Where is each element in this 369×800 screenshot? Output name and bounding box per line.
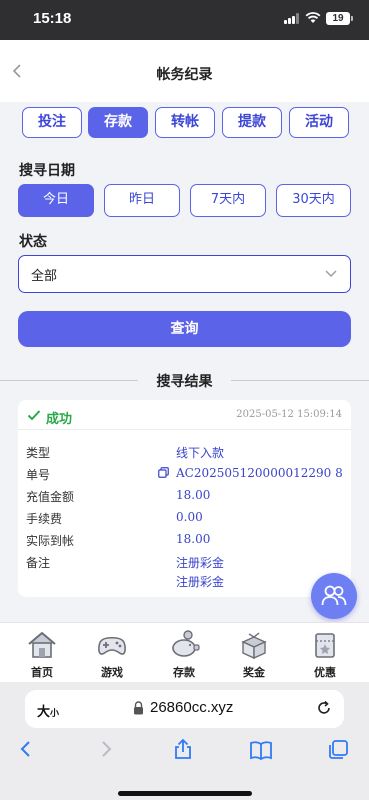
- nav-bonus-label: 奖金: [243, 666, 265, 679]
- card-header: 成功 2025-05-12 15:09:14: [18, 400, 351, 430]
- nav-deposit-label: 存款: [173, 666, 195, 679]
- home-icon: [28, 631, 56, 658]
- type-value: 线下入款: [176, 446, 225, 460]
- record-timestamp: 2025-05-12 15:09:14: [236, 409, 342, 420]
- tab-activity[interactable]: 活动: [289, 107, 349, 138]
- lock-icon: [134, 701, 143, 715]
- remark-value-line2: 注册彩金: [176, 575, 225, 589]
- nav-promotions[interactable]: 优惠: [295, 623, 355, 683]
- nav-promotions-label: 优惠: [314, 666, 336, 679]
- coupon-icon: [315, 633, 335, 658]
- page-header: 帐务纪录: [0, 40, 369, 102]
- query-button[interactable]: 查询: [18, 311, 351, 347]
- chevron-down-icon: [325, 270, 337, 278]
- home-indicator: [118, 791, 252, 796]
- address-bar[interactable]: 大小 26860cc.xyz: [25, 690, 344, 728]
- tabs-icon[interactable]: [327, 739, 349, 761]
- date-7days-button[interactable]: 7天内: [190, 184, 266, 217]
- tab-deposit[interactable]: 存款: [88, 107, 148, 138]
- gamepad-icon: [98, 636, 126, 655]
- status-time: 15:18: [33, 10, 72, 27]
- tab-betting[interactable]: 投注: [22, 107, 82, 138]
- record-type-tabs: 投注 存款 转帐 提款 活动: [0, 107, 369, 139]
- status-bar: 15:18 19: [0, 0, 369, 40]
- status-label: 状态: [19, 234, 47, 250]
- record-status: 成功: [46, 412, 73, 427]
- results-title: 搜寻结果: [156, 374, 213, 390]
- browser-forward-icon[interactable]: [98, 740, 114, 758]
- piggy-bank-icon: [172, 630, 200, 657]
- nav-deposit[interactable]: 存款: [154, 623, 214, 683]
- tab-withdraw[interactable]: 提款: [222, 107, 282, 138]
- bookmarks-icon[interactable]: [249, 740, 273, 760]
- status-select[interactable]: 全部: [18, 255, 351, 293]
- fee-value: 0.00: [176, 510, 203, 524]
- bottom-nav: 首页 游戏 存款 奖金 优惠: [0, 622, 369, 682]
- fee-label: 手续费: [26, 512, 63, 526]
- page-title: 帐务纪录: [156, 67, 213, 83]
- text-size-button[interactable]: 大小: [37, 701, 59, 720]
- share-icon[interactable]: [172, 738, 194, 760]
- url-text: 26860cc.xyz: [150, 699, 234, 716]
- gift-box-icon: [241, 632, 267, 660]
- check-icon: [27, 410, 41, 421]
- wifi-icon: [305, 12, 321, 23]
- deposit-amount-label: 充值金额: [26, 490, 75, 504]
- users-icon: [321, 585, 347, 606]
- text-size-big: 大: [37, 705, 51, 720]
- order-number-value: AC202505120000012290 8: [176, 466, 343, 480]
- reload-icon[interactable]: [316, 700, 332, 716]
- order-number-label: 单号: [26, 468, 51, 482]
- nav-games-label: 游戏: [101, 666, 123, 679]
- browser-toolbar: 大小 26860cc.xyz: [0, 682, 369, 800]
- nav-home[interactable]: 首页: [12, 623, 72, 683]
- browser-back-icon[interactable]: [18, 740, 34, 758]
- battery-indicator: 19: [326, 12, 353, 25]
- remark-label: 备注: [26, 556, 51, 570]
- search-date-label: 搜寻日期: [19, 163, 75, 179]
- nav-home-label: 首页: [31, 666, 53, 679]
- nav-bonus[interactable]: 奖金: [224, 623, 284, 683]
- type-label: 类型: [26, 446, 51, 460]
- actual-received-label: 实际到帐: [26, 534, 75, 548]
- date-yesterday-button[interactable]: 昨日: [104, 184, 180, 217]
- customer-service-button[interactable]: [311, 573, 357, 619]
- results-header: 搜寻结果: [0, 370, 369, 390]
- status-select-value: 全部: [31, 269, 58, 284]
- date-30days-button[interactable]: 30天内: [276, 184, 351, 217]
- nav-games[interactable]: 游戏: [82, 623, 142, 683]
- tab-transfer[interactable]: 转帐: [155, 107, 215, 138]
- text-size-small: 小: [50, 709, 60, 719]
- actual-received-value: 18.00: [176, 532, 211, 546]
- deposit-amount-value: 18.00: [176, 488, 211, 502]
- copy-icon[interactable]: [158, 467, 169, 478]
- remark-value: 注册彩金: [176, 556, 225, 570]
- signal-icon: [284, 13, 300, 24]
- date-today-button[interactable]: 今日: [18, 184, 94, 217]
